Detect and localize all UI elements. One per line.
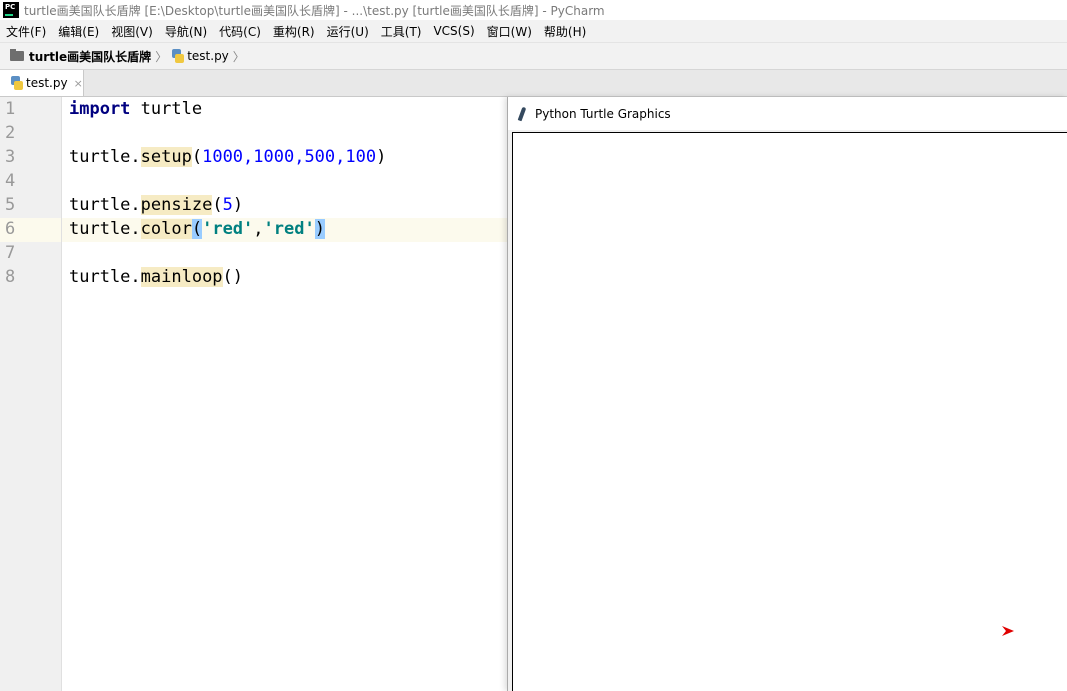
number-token: 1000,1000,500,100 bbox=[202, 147, 377, 167]
paren-token: ( bbox=[212, 195, 223, 215]
chevron-right-icon: 〉 bbox=[155, 49, 168, 64]
menu-view[interactable]: 视图(V) bbox=[105, 23, 159, 40]
pycharm-logo-icon: PC bbox=[3, 2, 19, 18]
line-number-gutter: 1 2 3 4 5 6 7 8 bbox=[0, 97, 62, 691]
turtle-canvas[interactable] bbox=[512, 132, 1067, 691]
object-token: turtle. bbox=[69, 195, 141, 215]
turtle-window-titlebar[interactable]: Python Turtle Graphics bbox=[508, 97, 1067, 130]
tab-label: test.py bbox=[26, 76, 68, 90]
tab-test-py[interactable]: test.py × bbox=[0, 70, 84, 96]
python-file-icon bbox=[171, 49, 185, 63]
function-token: pensize bbox=[140, 195, 213, 215]
object-token: turtle. bbox=[69, 219, 141, 239]
logo-text: PC bbox=[5, 3, 16, 11]
line-number: 7 bbox=[5, 243, 16, 263]
line-number: 3 bbox=[5, 147, 16, 167]
code-line-1: import turtle bbox=[69, 97, 202, 121]
breadcrumb-project[interactable]: turtle画美国队长盾牌 bbox=[29, 48, 151, 65]
menu-window[interactable]: 窗口(W) bbox=[481, 23, 538, 40]
paren-token: ) bbox=[232, 195, 244, 215]
turtle-window-title: Python Turtle Graphics bbox=[535, 106, 671, 121]
paren-token: ) bbox=[376, 147, 387, 167]
menu-code[interactable]: 代码(C) bbox=[213, 23, 267, 40]
code-line-5: turtle.pensize(5) bbox=[69, 193, 243, 217]
paren-token: ) bbox=[314, 219, 325, 239]
string-token: 'red' bbox=[202, 219, 254, 239]
object-token: turtle. bbox=[69, 267, 141, 287]
keyword-token: import bbox=[69, 99, 131, 119]
menu-tools[interactable]: 工具(T) bbox=[375, 23, 428, 40]
breadcrumb-file[interactable]: test.py bbox=[187, 49, 229, 63]
menu-vcs[interactable]: VCS(S) bbox=[427, 24, 480, 38]
menu-run[interactable]: 运行(U) bbox=[321, 23, 375, 40]
menu-refactor[interactable]: 重构(R) bbox=[267, 23, 321, 40]
editor-tab-strip: test.py × bbox=[0, 70, 1067, 97]
string-token: 'red' bbox=[263, 219, 315, 239]
object-token: turtle. bbox=[69, 147, 141, 167]
code-line-6: turtle.color('red','red') bbox=[69, 217, 325, 241]
paren-token: ( bbox=[222, 267, 233, 287]
menu-file[interactable]: 文件(F) bbox=[0, 23, 52, 40]
chevron-right-icon: 〉 bbox=[232, 49, 245, 64]
python-file-icon bbox=[10, 76, 23, 90]
line-number: 8 bbox=[5, 267, 16, 287]
number-token: 5 bbox=[222, 195, 233, 215]
function-token: color bbox=[140, 219, 192, 239]
line-number: 2 bbox=[5, 123, 16, 143]
paren-token: ( bbox=[191, 219, 203, 239]
folder-icon bbox=[10, 49, 24, 61]
close-icon[interactable]: × bbox=[74, 77, 83, 90]
comma-token: , bbox=[253, 219, 264, 239]
code-line-8: turtle.mainloop() bbox=[69, 265, 243, 289]
line-number: 1 bbox=[5, 99, 16, 119]
menu-navigate[interactable]: 导航(N) bbox=[159, 23, 213, 40]
code-token: turtle bbox=[130, 99, 203, 119]
menu-edit[interactable]: 编辑(E) bbox=[52, 23, 105, 40]
menu-bar: 文件(F) 编辑(E) 视图(V) 导航(N) 代码(C) 重构(R) 运行(U… bbox=[0, 20, 1067, 43]
menu-help[interactable]: 帮助(H) bbox=[538, 23, 592, 40]
breadcrumb: turtle画美国队长盾牌 〉 test.py 〉 bbox=[0, 43, 1067, 70]
code-line-3: turtle.setup(1000,1000,500,100) bbox=[69, 145, 386, 169]
turtle-arrow-icon bbox=[1002, 626, 1014, 636]
line-number: 5 bbox=[5, 195, 16, 215]
title-bar: PC turtle画美国队长盾牌 [E:\Desktop\turtle画美国队长… bbox=[0, 0, 1067, 20]
line-number: 6 bbox=[5, 219, 16, 239]
feather-icon bbox=[517, 106, 527, 121]
line-number: 4 bbox=[5, 171, 16, 191]
function-token: mainloop bbox=[140, 267, 223, 287]
paren-token: ) bbox=[232, 267, 244, 287]
paren-token: ( bbox=[191, 147, 203, 167]
turtle-graphics-window[interactable]: Python Turtle Graphics bbox=[507, 97, 1067, 691]
window-title: turtle画美国队长盾牌 [E:\Desktop\turtle画美国队长盾牌]… bbox=[24, 3, 605, 18]
function-token: setup bbox=[140, 147, 192, 167]
